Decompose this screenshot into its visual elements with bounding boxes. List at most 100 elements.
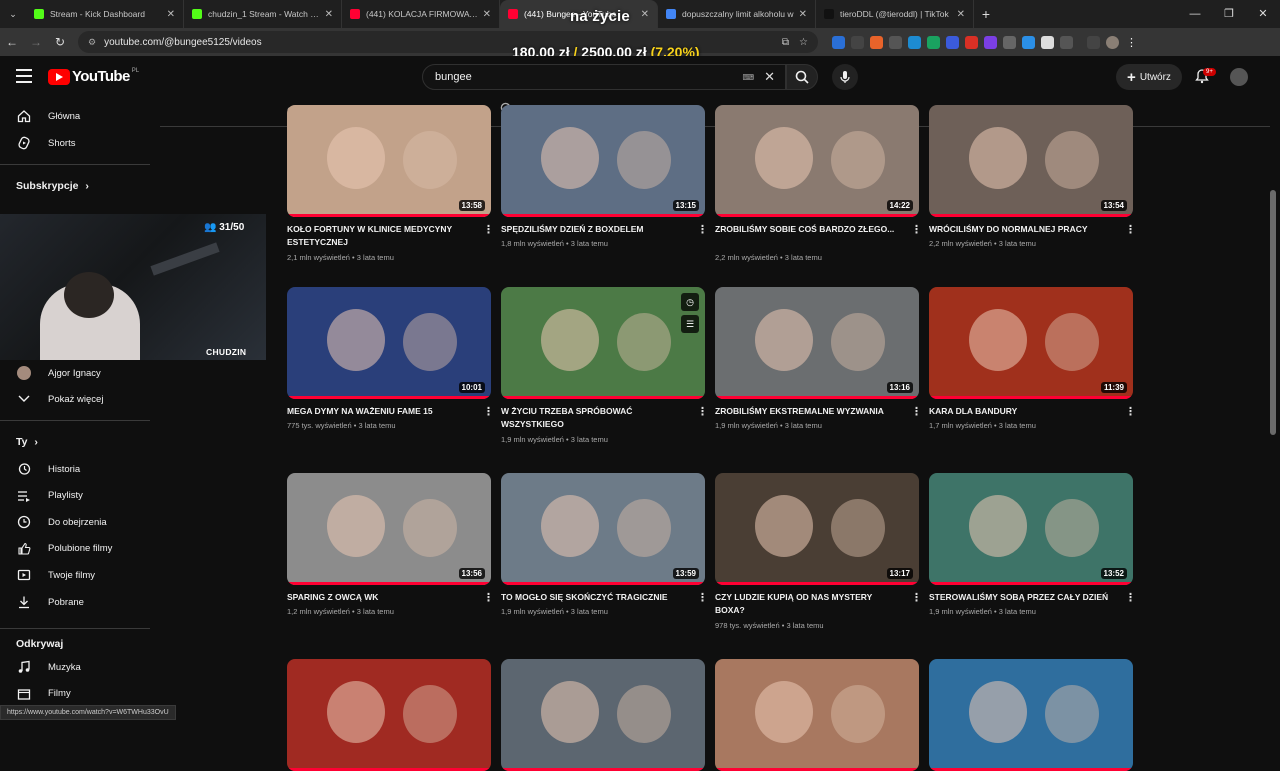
browser-tab[interactable]: dopuszczalny limit alkoholu w ✕ — [658, 0, 816, 28]
keyboard-icon[interactable]: ⌨ — [743, 73, 755, 82]
extension-icon[interactable] — [927, 35, 940, 49]
tab-close-icon[interactable]: ✕ — [167, 9, 175, 20]
video-thumbnail[interactable]: 13:15 — [501, 105, 705, 217]
close-window-button[interactable]: ✕ — [1246, 0, 1280, 28]
more-actions-icon[interactable]: ⋮ — [483, 223, 494, 236]
sidebar-item-playlist[interactable]: Playlisty — [0, 483, 150, 509]
extension-icon[interactable] — [832, 35, 845, 49]
page-scrollbar[interactable] — [1270, 190, 1276, 435]
video-thumbnail[interactable]: 13:54 — [929, 105, 1133, 217]
browser-menu-icon[interactable]: ⋮ — [1125, 36, 1138, 49]
video-title[interactable]: MEGA DYMY NA WAŻENIU FAME 15 — [287, 405, 473, 418]
extension-icon[interactable] — [1003, 35, 1016, 49]
tab-close-icon[interactable]: ✕ — [799, 9, 807, 20]
sidebar-item-shorts[interactable]: Shorts — [0, 130, 150, 156]
sidebar-item-your-videos[interactable]: Twoje filmy — [0, 562, 150, 588]
browser-tab[interactable]: chudzin_1 Stream - Watch Live ✕ — [184, 0, 342, 28]
video-thumbnail[interactable] — [287, 659, 491, 771]
create-button[interactable]: + Utwórz — [1116, 64, 1182, 90]
video-thumbnail[interactable]: 13:59 — [501, 473, 705, 585]
maximize-button[interactable]: ❐ — [1212, 0, 1246, 28]
video-thumbnail[interactable]: 11:39 — [929, 287, 1133, 399]
clear-search-icon[interactable]: ✕ — [764, 69, 775, 85]
sidebar-item-show-more[interactable]: Pokaż więcej — [0, 386, 150, 412]
search-button[interactable] — [786, 64, 818, 90]
video-title[interactable]: SPĘDZILIŚMY DZIEŃ Z BOXDELEM — [501, 223, 687, 236]
more-actions-icon[interactable]: ⋮ — [697, 591, 708, 604]
video-title[interactable]: W ŻYCIU TRZEBA SPRÓBOWAĆ WSZYSTKIEGO — [501, 405, 687, 431]
more-actions-icon[interactable]: ⋮ — [1125, 223, 1136, 236]
video-title[interactable]: ZROBILIŚMY SOBIE COŚ BARDZO ZŁEGO... — [715, 223, 901, 236]
video-thumbnail[interactable] — [715, 659, 919, 771]
video-thumbnail[interactable]: 13:52 — [929, 473, 1133, 585]
extension-icon[interactable] — [889, 35, 902, 49]
sidebar-item-history[interactable]: Historia — [0, 456, 150, 482]
reading-list-icon[interactable] — [1087, 35, 1100, 49]
add-to-queue-icon[interactable]: ☰ — [681, 315, 699, 333]
subscriptions-heading[interactable]: Subskrypcje › — [16, 180, 89, 192]
video-thumbnail[interactable]: 14:22 — [715, 105, 919, 217]
browser-tab[interactable]: (441) KOLACJA FIRMOWA (SW ✕ — [342, 0, 500, 28]
more-actions-icon[interactable]: ⋮ — [911, 405, 922, 418]
tab-close-icon[interactable]: ✕ — [957, 9, 965, 20]
video-title[interactable]: CZY LUDZIE KUPIĄ OD NAS MYSTERY BOXA? — [715, 591, 901, 617]
you-heading[interactable]: Ty › — [16, 436, 38, 448]
more-actions-icon[interactable]: ⋮ — [1125, 405, 1136, 418]
video-thumbnail[interactable] — [501, 659, 705, 771]
browser-tab[interactable]: Stream - Kick Dashboard ✕ — [26, 0, 184, 28]
address-bar[interactable]: ⚙ youtube.com/@bungee5125/videos ⧉ ☆ — [78, 31, 818, 53]
minimize-button[interactable]: — — [1178, 0, 1212, 28]
extension-icon[interactable] — [965, 35, 978, 49]
tab-close-icon[interactable]: ✕ — [641, 9, 649, 20]
new-tab-button[interactable]: + — [974, 6, 998, 22]
video-title[interactable]: SPARING Z OWCĄ WK — [287, 591, 473, 604]
video-title[interactable]: TO MOGŁO SIĘ SKOŃCZYĆ TRAGICZNIE — [501, 591, 687, 604]
reload-icon[interactable]: ↻ — [48, 35, 72, 49]
tab-search-button[interactable]: ⌄ — [0, 0, 26, 28]
browser-tab[interactable]: tieroDDL (@tieroddl) | TikTok ✕ — [816, 0, 974, 28]
more-actions-icon[interactable]: ⋮ — [911, 223, 922, 236]
tab-close-icon[interactable]: ✕ — [325, 9, 333, 20]
video-title[interactable]: KARA DLA BANDURY — [929, 405, 1115, 418]
video-title[interactable]: KOŁO FORTUNY W KLINICE MEDYCYNY ESTETYCZ… — [287, 223, 473, 249]
video-thumbnail[interactable]: 10:01 — [287, 287, 491, 399]
extension-icon[interactable] — [1022, 35, 1035, 49]
extension-icon[interactable] — [908, 35, 921, 49]
more-actions-icon[interactable]: ⋮ — [911, 591, 922, 604]
profile-avatar[interactable] — [1106, 35, 1119, 49]
search-input[interactable]: bungee ⌨ ✕ — [422, 64, 786, 90]
sidebar-item-movies[interactable]: Filmy — [0, 681, 150, 707]
sidebar-item-home[interactable]: Główna — [0, 103, 150, 129]
extension-icon[interactable] — [946, 35, 959, 49]
more-actions-icon[interactable]: ⋮ — [483, 405, 494, 418]
video-thumbnail[interactable]: 13:56 — [287, 473, 491, 585]
sidebar-item-music[interactable]: Muzyka — [0, 654, 150, 680]
video-thumbnail[interactable]: 13:17 — [715, 473, 919, 585]
sidebar-item-subscription[interactable]: Ajgor Ignacy — [0, 360, 150, 386]
menu-icon[interactable] — [16, 69, 32, 83]
video-title[interactable]: STEROWALIŚMY SOBĄ PRZEZ CAŁY DZIEŃ — [929, 591, 1115, 604]
more-actions-icon[interactable]: ⋮ — [483, 591, 494, 604]
install-app-icon[interactable]: ⧉ — [782, 37, 789, 48]
youtube-logo[interactable]: YouTube PL — [48, 68, 139, 85]
sidebar-item-download[interactable]: Pobrane — [0, 589, 150, 615]
extensions-puzzle-icon[interactable] — [1060, 35, 1073, 49]
bookmark-star-icon[interactable]: ☆ — [799, 37, 808, 48]
sidebar-item-like[interactable]: Polubione filmy — [0, 536, 150, 562]
watch-later-icon[interactable]: ◷ — [681, 293, 699, 311]
tab-close-icon[interactable]: ✕ — [483, 9, 491, 20]
video-thumbnail[interactable] — [929, 659, 1133, 771]
back-icon[interactable]: ← — [0, 35, 24, 49]
voice-search-button[interactable] — [832, 64, 858, 90]
video-thumbnail[interactable]: ◷ ☰ — [501, 287, 705, 399]
extension-icon[interactable] — [851, 35, 864, 49]
extension-icon[interactable] — [1041, 35, 1054, 49]
extension-icon[interactable] — [870, 35, 883, 49]
video-title[interactable]: WRÓCILIŚMY DO NORMALNEJ PRACY — [929, 223, 1115, 236]
account-avatar[interactable] — [1230, 68, 1248, 86]
video-title[interactable]: ZROBILIŚMY EKSTREMALNE WYZWANIA — [715, 405, 901, 418]
video-thumbnail[interactable]: 13:16 — [715, 287, 919, 399]
forward-icon[interactable]: → — [24, 35, 48, 49]
site-info-icon[interactable]: ⚙ — [88, 37, 96, 48]
sidebar-item-watch-later[interactable]: Do obejrzenia — [0, 509, 150, 535]
